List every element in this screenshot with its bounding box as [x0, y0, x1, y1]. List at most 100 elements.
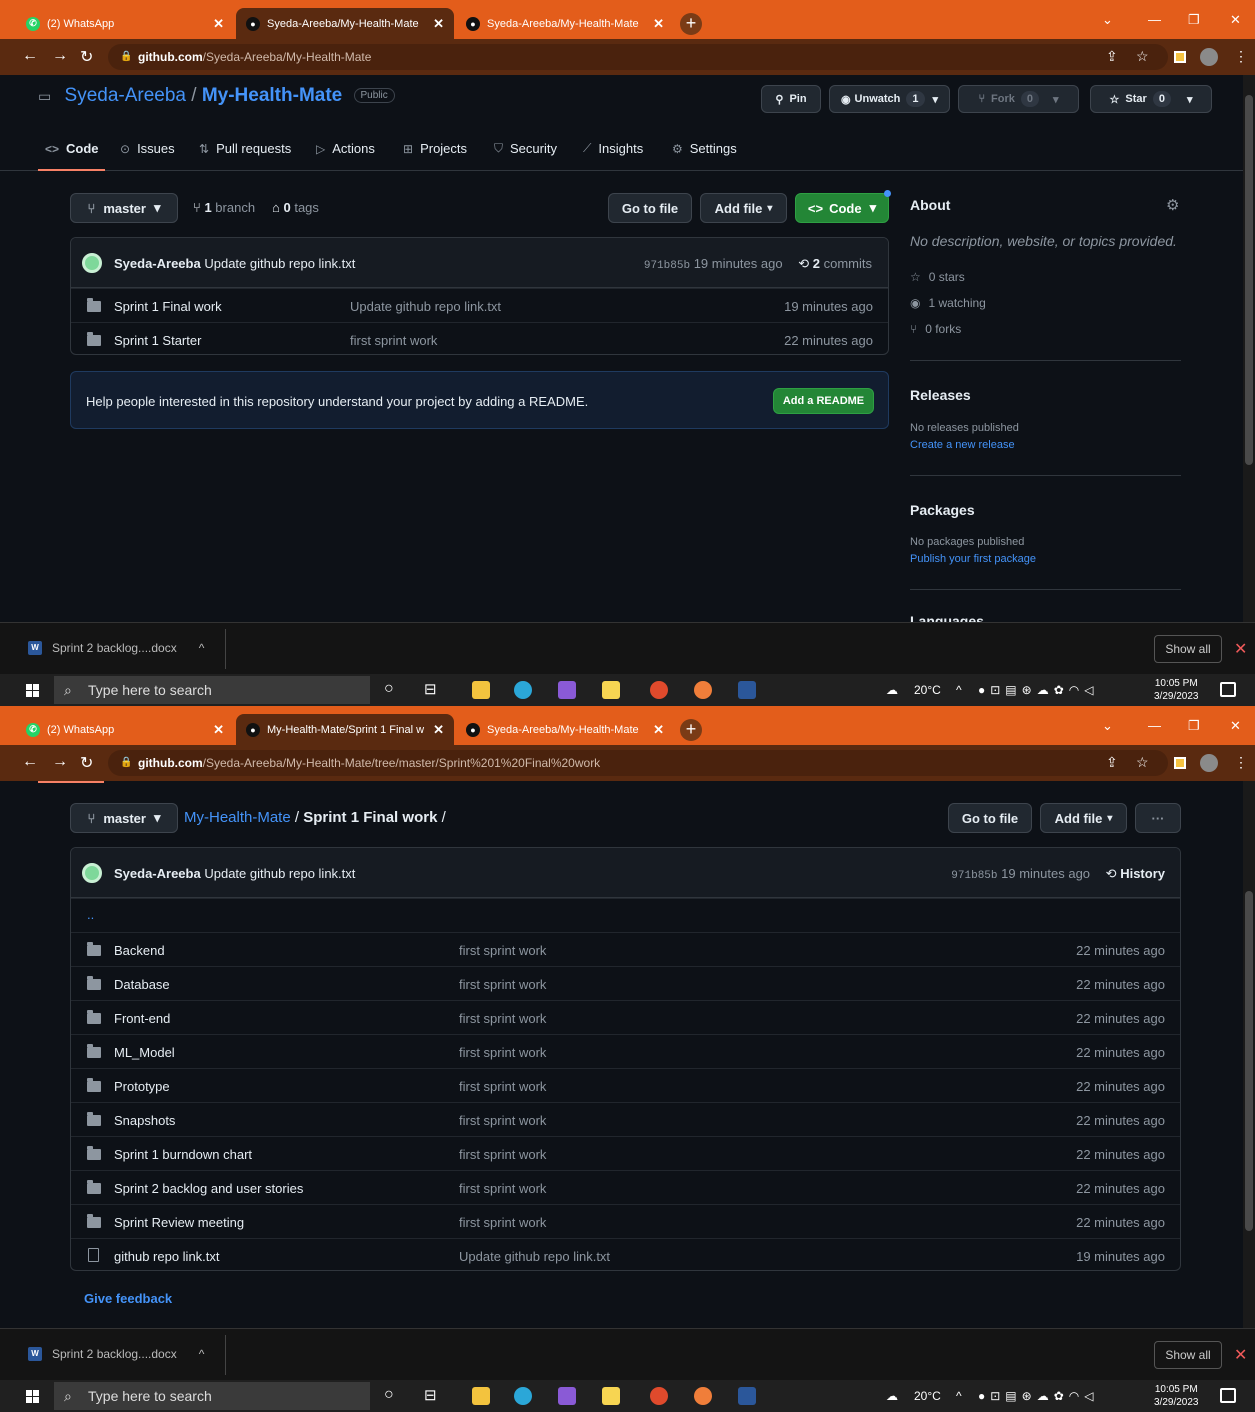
minimize-button[interactable]: — — [1148, 718, 1161, 733]
commit-author[interactable]: Syeda-Areeba — [114, 866, 201, 881]
chrome-icon[interactable] — [650, 681, 668, 699]
file-commit-message[interactable]: first sprint work — [459, 1181, 546, 1196]
file-name[interactable]: Backend — [114, 943, 165, 958]
repo-owner-link[interactable]: Syeda-Areeba — [65, 85, 186, 106]
stars-link[interactable]: ☆ 0 stars — [910, 270, 965, 284]
store-icon[interactable] — [602, 681, 620, 699]
fork-button[interactable]: ⑂ Fork 0 ▾ — [958, 85, 1079, 113]
packages-title[interactable]: Packages — [910, 502, 975, 518]
tab-security[interactable]: ⛉ Security — [494, 141, 557, 156]
commit-author[interactable]: Syeda-Areeba — [114, 256, 201, 271]
system-tray-icons[interactable]: ●⊡▤⊛☁✿◠◁ — [978, 683, 1098, 697]
table-row[interactable]: Backend first sprint work 22 minutes ago — [71, 932, 1180, 966]
file-name[interactable]: ML_Model — [114, 1045, 175, 1060]
give-feedback-link[interactable]: Give feedback — [84, 1291, 172, 1306]
tray-chevron-icon[interactable]: ^ — [956, 683, 962, 697]
releases-title[interactable]: Releases — [910, 387, 971, 403]
profile-avatar[interactable] — [1200, 48, 1218, 66]
taskbar-clock[interactable]: 10:05 PM 3/29/2023 — [1154, 1383, 1199, 1409]
tab-issues[interactable]: ⊙ Issues — [120, 141, 175, 156]
minimize-button[interactable]: — — [1148, 12, 1161, 27]
chrome-icon[interactable] — [650, 1387, 668, 1405]
taskbar-search[interactable]: ⌕ Type here to search — [54, 1382, 370, 1410]
weather-temp[interactable]: 20°C — [914, 683, 941, 697]
restore-button[interactable]: ❐ — [1188, 718, 1200, 734]
forks-link[interactable]: ⑂ 0 forks — [910, 322, 961, 336]
table-row[interactable]: Sprint 1 burndown chart first sprint work… — [71, 1136, 1180, 1170]
weather-temp[interactable]: 20°C — [914, 1389, 941, 1403]
file-name[interactable]: github repo link.txt — [114, 1249, 220, 1264]
add-file-button[interactable]: Add file ▾ — [1040, 803, 1127, 833]
code-button[interactable]: <> Code ▾ — [795, 193, 889, 223]
show-all-button[interactable]: Show all — [1154, 635, 1222, 663]
chevron-up-icon[interactable]: ^ — [199, 641, 205, 655]
table-row[interactable]: Prototype first sprint work 22 minutes ago — [71, 1068, 1180, 1102]
edge-icon[interactable] — [514, 681, 532, 699]
branch-selector[interactable]: ⑂ master ▾ — [70, 803, 178, 833]
file-commit-message[interactable]: Update github repo link.txt — [459, 1249, 610, 1264]
taskbar-clock[interactable]: 10:05 PM 3/29/2023 — [1154, 677, 1199, 703]
system-tray-icons[interactable]: ●⊡▤⊛☁✿◠◁ — [978, 1389, 1098, 1403]
scrollbar-thumb[interactable] — [1245, 95, 1253, 465]
window-close-button[interactable]: ✕ — [1230, 718, 1241, 734]
file-name[interactable]: Sprint 2 backlog and user stories — [114, 1181, 303, 1196]
reload-icon[interactable]: ↻ — [80, 47, 93, 67]
file-name[interactable]: Sprint 1 Final work — [114, 299, 222, 314]
file-commit-message[interactable]: Update github repo link.txt — [350, 299, 501, 314]
tag-count-link[interactable]: ⌂ 0 tags — [272, 200, 319, 215]
file-explorer-icon[interactable] — [472, 681, 490, 699]
file-name[interactable]: Sprint 1 Starter — [114, 333, 201, 348]
page-scrollbar[interactable] — [1243, 781, 1255, 1328]
file-name[interactable]: Front-end — [114, 1011, 170, 1026]
gear-icon[interactable]: ⚙ — [1166, 196, 1179, 214]
add-readme-button[interactable]: Add a README — [773, 388, 874, 414]
file-commit-message[interactable]: first sprint work — [459, 943, 546, 958]
address-bar[interactable]: 🔒 github.com/Syeda-Areeba/My-Health-Mate — [108, 44, 1168, 70]
page-scrollbar[interactable] — [1243, 75, 1255, 622]
file-commit-message[interactable]: first sprint work — [459, 1215, 546, 1230]
commit-count[interactable]: 2 — [813, 256, 820, 271]
chevron-down-icon[interactable]: ⌄ — [1102, 12, 1113, 28]
pin-button[interactable]: ⚲ Pin — [761, 85, 821, 113]
create-release-link[interactable]: Create a new release — [910, 439, 1015, 451]
task-view-icon[interactable]: ⊟ — [424, 680, 437, 698]
file-commit-message[interactable]: first sprint work — [459, 1113, 546, 1128]
table-row[interactable]: Sprint 2 backlog and user stories first s… — [71, 1170, 1180, 1204]
file-commit-message[interactable]: first sprint work — [459, 1011, 546, 1026]
extension-icon[interactable] — [1174, 51, 1186, 63]
file-name[interactable]: Prototype — [114, 1079, 170, 1094]
menu-kebab-icon[interactable]: ⋮ — [1234, 48, 1248, 65]
file-name[interactable]: Database — [114, 977, 170, 992]
table-row[interactable]: Sprint Review meeting first sprint work 22… — [71, 1204, 1180, 1238]
parent-dir-row[interactable]: .. — [71, 898, 1180, 932]
close-icon[interactable]: ✕ — [213, 722, 224, 738]
history-link[interactable]: History — [1120, 866, 1165, 881]
back-arrow-icon[interactable]: ← — [22, 753, 38, 771]
tab-projects[interactable]: ⊞ Projects — [403, 141, 467, 156]
new-tab-button[interactable]: + — [680, 13, 702, 35]
close-icon[interactable]: ✕ — [433, 722, 444, 738]
download-item[interactable]: W Sprint 2 backlog....docx ^ — [28, 1347, 204, 1361]
commit-message[interactable]: Update github repo link.txt — [204, 256, 355, 271]
chevron-down-icon[interactable]: ⌄ — [1102, 718, 1113, 734]
cortana-icon[interactable]: ○ — [384, 680, 394, 698]
forward-arrow-icon[interactable]: → — [52, 753, 68, 771]
window-close-button[interactable]: ✕ — [1230, 12, 1241, 28]
tray-chevron-icon[interactable]: ^ — [956, 1389, 962, 1403]
menu-kebab-icon[interactable]: ⋮ — [1234, 754, 1248, 771]
tab-github-active[interactable]: ● My-Health-Mate/Sprint 1 Final w ✕ — [236, 714, 454, 745]
extension-icon[interactable] — [1174, 757, 1186, 769]
close-icon[interactable]: ✕ — [213, 16, 224, 32]
tab-settings[interactable]: ⚙ Settings — [672, 141, 737, 156]
share-icon[interactable]: ⇪ — [1106, 754, 1118, 771]
parent-dir-link[interactable]: .. — [87, 907, 94, 922]
back-arrow-icon[interactable]: ← — [22, 47, 38, 65]
repo-name-link[interactable]: My-Health-Mate — [202, 85, 342, 106]
add-file-button[interactable]: Add file ▾ — [700, 193, 787, 223]
windows-start-icon[interactable] — [26, 684, 39, 697]
word-icon[interactable] — [738, 681, 756, 699]
branch-selector[interactable]: ⑂ master ▾ — [70, 193, 178, 223]
file-commit-message[interactable]: first sprint work — [459, 977, 546, 992]
star-button[interactable]: ☆ Star 0 ▾ — [1090, 85, 1212, 113]
unwatch-button[interactable]: ◉ Unwatch 1 ▾ — [829, 85, 950, 113]
